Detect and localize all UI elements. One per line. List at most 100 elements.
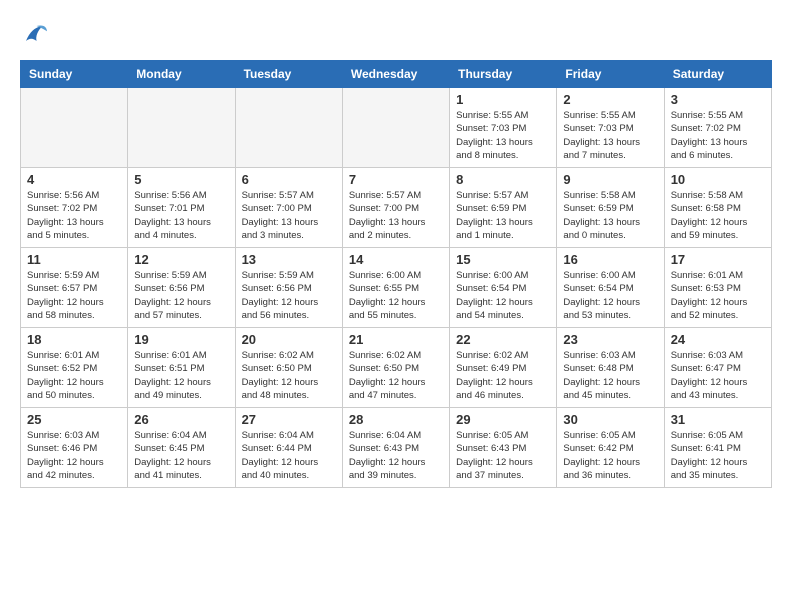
calendar-day-cell: 10 Sunrise: 5:58 AMSunset: 6:58 PMDaylig… [664, 168, 771, 248]
day-number: 1 [456, 92, 550, 107]
day-info: Sunrise: 5:59 AMSunset: 6:56 PMDaylight:… [134, 269, 228, 322]
weekday-header: Tuesday [235, 61, 342, 88]
day-info: Sunrise: 5:57 AMSunset: 6:59 PMDaylight:… [456, 189, 550, 242]
day-info: Sunrise: 6:02 AMSunset: 6:49 PMDaylight:… [456, 349, 550, 402]
day-number: 16 [563, 252, 657, 267]
day-number: 30 [563, 412, 657, 427]
calendar-day-cell: 18 Sunrise: 6:01 AMSunset: 6:52 PMDaylig… [21, 328, 128, 408]
day-number: 25 [27, 412, 121, 427]
calendar-day-cell: 8 Sunrise: 5:57 AMSunset: 6:59 PMDayligh… [450, 168, 557, 248]
day-info: Sunrise: 6:00 AMSunset: 6:54 PMDaylight:… [456, 269, 550, 322]
day-number: 23 [563, 332, 657, 347]
calendar-day-cell: 24 Sunrise: 6:03 AMSunset: 6:47 PMDaylig… [664, 328, 771, 408]
day-info: Sunrise: 6:05 AMSunset: 6:41 PMDaylight:… [671, 429, 765, 482]
day-info: Sunrise: 6:02 AMSunset: 6:50 PMDaylight:… [349, 349, 443, 402]
day-number: 14 [349, 252, 443, 267]
calendar-table: SundayMondayTuesdayWednesdayThursdayFrid… [20, 60, 772, 488]
calendar-day-cell: 17 Sunrise: 6:01 AMSunset: 6:53 PMDaylig… [664, 248, 771, 328]
calendar-day-cell [128, 88, 235, 168]
day-number: 12 [134, 252, 228, 267]
day-info: Sunrise: 5:56 AMSunset: 7:01 PMDaylight:… [134, 189, 228, 242]
day-number: 26 [134, 412, 228, 427]
day-number: 15 [456, 252, 550, 267]
calendar-day-cell: 1 Sunrise: 5:55 AMSunset: 7:03 PMDayligh… [450, 88, 557, 168]
day-info: Sunrise: 6:04 AMSunset: 6:44 PMDaylight:… [242, 429, 336, 482]
calendar-day-cell: 7 Sunrise: 5:57 AMSunset: 7:00 PMDayligh… [342, 168, 449, 248]
calendar-day-cell: 13 Sunrise: 5:59 AMSunset: 6:56 PMDaylig… [235, 248, 342, 328]
day-number: 8 [456, 172, 550, 187]
day-info: Sunrise: 5:58 AMSunset: 6:59 PMDaylight:… [563, 189, 657, 242]
calendar-day-cell: 5 Sunrise: 5:56 AMSunset: 7:01 PMDayligh… [128, 168, 235, 248]
day-info: Sunrise: 6:00 AMSunset: 6:54 PMDaylight:… [563, 269, 657, 322]
day-number: 19 [134, 332, 228, 347]
calendar-day-cell [21, 88, 128, 168]
weekday-header: Sunday [21, 61, 128, 88]
day-number: 13 [242, 252, 336, 267]
weekday-header: Monday [128, 61, 235, 88]
day-number: 9 [563, 172, 657, 187]
day-number: 27 [242, 412, 336, 427]
calendar-day-cell: 25 Sunrise: 6:03 AMSunset: 6:46 PMDaylig… [21, 408, 128, 488]
day-info: Sunrise: 6:05 AMSunset: 6:43 PMDaylight:… [456, 429, 550, 482]
calendar-day-cell: 3 Sunrise: 5:55 AMSunset: 7:02 PMDayligh… [664, 88, 771, 168]
day-number: 2 [563, 92, 657, 107]
day-number: 24 [671, 332, 765, 347]
calendar-week-row: 25 Sunrise: 6:03 AMSunset: 6:46 PMDaylig… [21, 408, 772, 488]
calendar-day-cell: 6 Sunrise: 5:57 AMSunset: 7:00 PMDayligh… [235, 168, 342, 248]
day-number: 3 [671, 92, 765, 107]
calendar-week-row: 11 Sunrise: 5:59 AMSunset: 6:57 PMDaylig… [21, 248, 772, 328]
day-number: 11 [27, 252, 121, 267]
day-info: Sunrise: 5:56 AMSunset: 7:02 PMDaylight:… [27, 189, 121, 242]
weekday-header: Wednesday [342, 61, 449, 88]
day-number: 31 [671, 412, 765, 427]
day-number: 22 [456, 332, 550, 347]
day-number: 5 [134, 172, 228, 187]
calendar-day-cell: 19 Sunrise: 6:01 AMSunset: 6:51 PMDaylig… [128, 328, 235, 408]
calendar-day-cell: 15 Sunrise: 6:00 AMSunset: 6:54 PMDaylig… [450, 248, 557, 328]
calendar-day-cell: 16 Sunrise: 6:00 AMSunset: 6:54 PMDaylig… [557, 248, 664, 328]
day-info: Sunrise: 5:55 AMSunset: 7:03 PMDaylight:… [563, 109, 657, 162]
day-info: Sunrise: 5:57 AMSunset: 7:00 PMDaylight:… [349, 189, 443, 242]
calendar-day-cell: 20 Sunrise: 6:02 AMSunset: 6:50 PMDaylig… [235, 328, 342, 408]
day-number: 7 [349, 172, 443, 187]
calendar-day-cell: 2 Sunrise: 5:55 AMSunset: 7:03 PMDayligh… [557, 88, 664, 168]
weekday-header: Thursday [450, 61, 557, 88]
logo-icon [20, 20, 50, 50]
day-info: Sunrise: 6:01 AMSunset: 6:51 PMDaylight:… [134, 349, 228, 402]
calendar-day-cell: 30 Sunrise: 6:05 AMSunset: 6:42 PMDaylig… [557, 408, 664, 488]
calendar-week-row: 1 Sunrise: 5:55 AMSunset: 7:03 PMDayligh… [21, 88, 772, 168]
calendar-day-cell: 14 Sunrise: 6:00 AMSunset: 6:55 PMDaylig… [342, 248, 449, 328]
day-info: Sunrise: 6:03 AMSunset: 6:48 PMDaylight:… [563, 349, 657, 402]
calendar-day-cell: 28 Sunrise: 6:04 AMSunset: 6:43 PMDaylig… [342, 408, 449, 488]
calendar-day-cell: 26 Sunrise: 6:04 AMSunset: 6:45 PMDaylig… [128, 408, 235, 488]
day-info: Sunrise: 6:04 AMSunset: 6:45 PMDaylight:… [134, 429, 228, 482]
calendar-day-cell: 31 Sunrise: 6:05 AMSunset: 6:41 PMDaylig… [664, 408, 771, 488]
weekday-header-row: SundayMondayTuesdayWednesdayThursdayFrid… [21, 61, 772, 88]
calendar-day-cell: 23 Sunrise: 6:03 AMSunset: 6:48 PMDaylig… [557, 328, 664, 408]
day-info: Sunrise: 5:58 AMSunset: 6:58 PMDaylight:… [671, 189, 765, 242]
calendar-day-cell: 29 Sunrise: 6:05 AMSunset: 6:43 PMDaylig… [450, 408, 557, 488]
calendar-day-cell: 22 Sunrise: 6:02 AMSunset: 6:49 PMDaylig… [450, 328, 557, 408]
day-number: 10 [671, 172, 765, 187]
day-info: Sunrise: 6:00 AMSunset: 6:55 PMDaylight:… [349, 269, 443, 322]
day-number: 20 [242, 332, 336, 347]
day-number: 6 [242, 172, 336, 187]
calendar-day-cell [342, 88, 449, 168]
day-info: Sunrise: 6:01 AMSunset: 6:52 PMDaylight:… [27, 349, 121, 402]
calendar-week-row: 18 Sunrise: 6:01 AMSunset: 6:52 PMDaylig… [21, 328, 772, 408]
day-number: 29 [456, 412, 550, 427]
day-number: 18 [27, 332, 121, 347]
calendar-day-cell: 11 Sunrise: 5:59 AMSunset: 6:57 PMDaylig… [21, 248, 128, 328]
day-info: Sunrise: 5:55 AMSunset: 7:02 PMDaylight:… [671, 109, 765, 162]
weekday-header: Friday [557, 61, 664, 88]
calendar-day-cell: 12 Sunrise: 5:59 AMSunset: 6:56 PMDaylig… [128, 248, 235, 328]
page-header [20, 20, 772, 50]
day-info: Sunrise: 5:59 AMSunset: 6:56 PMDaylight:… [242, 269, 336, 322]
day-number: 21 [349, 332, 443, 347]
day-info: Sunrise: 6:03 AMSunset: 6:47 PMDaylight:… [671, 349, 765, 402]
day-info: Sunrise: 6:01 AMSunset: 6:53 PMDaylight:… [671, 269, 765, 322]
day-info: Sunrise: 5:57 AMSunset: 7:00 PMDaylight:… [242, 189, 336, 242]
day-info: Sunrise: 6:04 AMSunset: 6:43 PMDaylight:… [349, 429, 443, 482]
calendar-day-cell: 21 Sunrise: 6:02 AMSunset: 6:50 PMDaylig… [342, 328, 449, 408]
calendar-week-row: 4 Sunrise: 5:56 AMSunset: 7:02 PMDayligh… [21, 168, 772, 248]
